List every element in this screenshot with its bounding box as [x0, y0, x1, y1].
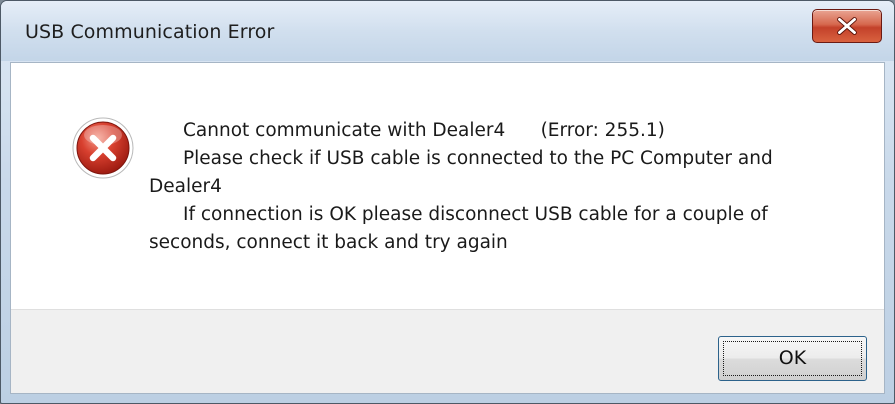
message-line-3: Dealer4: [149, 176, 222, 197]
message-line-5: seconds, connect it back and try again: [149, 232, 508, 253]
message-area: Cannot communicate with Dealer4 (Error: …: [11, 63, 884, 309]
ok-button-label: OK: [778, 347, 807, 369]
window-title: USB Communication Error: [25, 21, 275, 43]
close-button[interactable]: [812, 9, 882, 43]
error-icon: [72, 117, 134, 179]
dialog-content: Cannot communicate with Dealer4 (Error: …: [10, 62, 885, 394]
message-line-2: Please check if USB cable is connected t…: [183, 148, 773, 169]
error-message: Cannot communicate with Dealer4 (Error: …: [149, 117, 839, 257]
title-bar[interactable]: USB Communication Error: [1, 1, 894, 61]
dialog-window: USB Communication Error Cannot communica…: [0, 0, 895, 404]
message-line-1: Cannot communicate with Dealer4 (Error: …: [183, 120, 665, 141]
message-line-4: If connection is OK please disconnect US…: [183, 204, 768, 225]
close-icon: [837, 17, 857, 35]
button-area: OK: [11, 309, 884, 393]
ok-button[interactable]: OK: [718, 336, 867, 381]
